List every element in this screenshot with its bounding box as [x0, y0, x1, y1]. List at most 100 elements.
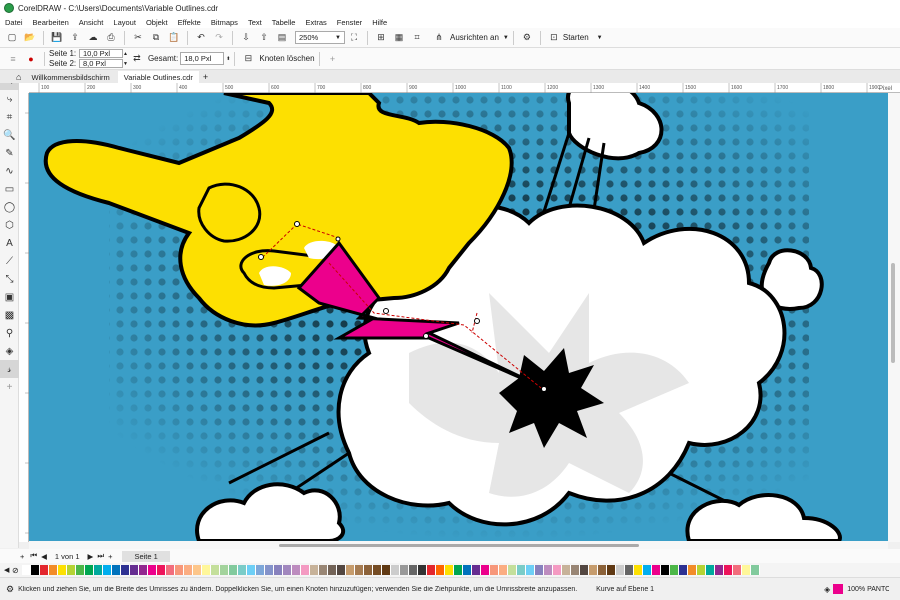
color-swatch[interactable] [463, 565, 472, 575]
color-swatch[interactable] [301, 565, 310, 575]
color-swatch[interactable] [553, 565, 562, 575]
outline-width-icon[interactable]: ≡ [6, 52, 20, 66]
cloud-icon[interactable]: ☁ [86, 31, 100, 45]
delete-node-button[interactable]: Knoten löschen [259, 54, 314, 63]
home-icon[interactable]: ⌂ [16, 72, 21, 82]
guides-icon[interactable]: ⌗ [410, 31, 424, 45]
menu-layout[interactable]: Layout [108, 18, 141, 27]
color-swatch[interactable] [49, 565, 58, 575]
redo-icon[interactable]: ↷ [212, 31, 226, 45]
color-swatch[interactable] [490, 565, 499, 575]
color-swatch[interactable] [418, 565, 427, 575]
color-swatch[interactable] [751, 565, 760, 575]
color-swatch[interactable] [337, 565, 346, 575]
new-tab-icon[interactable]: + [203, 72, 208, 82]
side1-field[interactable]: 10,0 Pxl [79, 49, 123, 58]
interactive-fill-icon[interactable]: ◈ [0, 342, 19, 360]
color-swatch[interactable] [355, 565, 364, 575]
color-swatch[interactable] [742, 565, 751, 575]
prev-page-icon[interactable]: ◀ [41, 552, 47, 561]
color-swatch[interactable] [571, 565, 580, 575]
open-folder-icon[interactable]: 📂 [23, 31, 37, 45]
color-swatch[interactable] [616, 565, 625, 575]
pdf-icon[interactable]: ▤ [275, 31, 289, 45]
color-swatch[interactable] [202, 565, 211, 575]
save-icon[interactable]: 💾 [50, 31, 64, 45]
color-swatch[interactable] [103, 565, 112, 575]
color-swatch[interactable] [607, 565, 616, 575]
color-swatch[interactable] [346, 565, 355, 575]
color-swatch[interactable] [238, 565, 247, 575]
artistic-media-icon[interactable]: ∿ [0, 162, 19, 180]
menu-text[interactable]: Text [243, 18, 267, 27]
new-document-icon[interactable]: ▢ [5, 31, 19, 45]
chevron-down-icon[interactable]: ▼ [503, 35, 509, 41]
add-page-icon[interactable]: + [20, 552, 24, 561]
color-swatch[interactable] [94, 565, 103, 575]
menu-tabelle[interactable]: Tabelle [267, 18, 301, 27]
undo-icon[interactable]: ↶ [194, 31, 208, 45]
vertical-ruler[interactable] [19, 93, 29, 542]
gear-icon[interactable]: ⚙ [520, 31, 534, 45]
color-swatch[interactable] [22, 565, 31, 575]
snap-to-button[interactable]: Ausrichten an [450, 33, 499, 42]
print-icon[interactable]: ⎙ [104, 31, 118, 45]
color-swatch[interactable] [400, 565, 409, 575]
launch-button[interactable]: Starten [563, 33, 589, 42]
color-swatch[interactable] [184, 565, 193, 575]
ruler-corner[interactable] [19, 83, 29, 93]
grid-icon[interactable]: ⊞ [374, 31, 388, 45]
color-swatch[interactable] [472, 565, 481, 575]
color-swatch[interactable] [256, 565, 265, 575]
color-swatch[interactable] [148, 565, 157, 575]
color-swatch[interactable] [310, 565, 319, 575]
color-swatch[interactable] [535, 565, 544, 575]
color-swatch[interactable] [157, 565, 166, 575]
zoom-tool-icon[interactable]: 🔍 [0, 126, 19, 144]
color-swatch[interactable] [364, 565, 373, 575]
menu-bearbeiten[interactable]: Bearbeiten [28, 18, 74, 27]
total-stepper[interactable]: ⬍ [226, 56, 230, 62]
color-swatch[interactable] [427, 565, 436, 575]
color-swatch[interactable] [166, 565, 175, 575]
detail-icon[interactable]: ● [24, 52, 38, 66]
color-swatch[interactable] [40, 565, 49, 575]
color-swatch[interactable] [643, 565, 652, 575]
total-field[interactable]: 18,0 Pxl [180, 52, 225, 65]
color-swatch[interactable] [67, 565, 76, 575]
color-swatch[interactable] [625, 565, 634, 575]
menu-hilfe[interactable]: Hilfe [367, 18, 392, 27]
color-swatch[interactable] [391, 565, 400, 575]
eyedropper-icon[interactable]: ⚲ [0, 324, 19, 342]
side2-field[interactable]: 8,0 Pxl [79, 59, 123, 68]
last-page-icon[interactable]: ⏭ [97, 551, 104, 561]
color-swatch[interactable] [661, 565, 670, 575]
color-swatch[interactable] [31, 565, 40, 575]
color-swatch[interactable] [715, 565, 724, 575]
menu-ansicht[interactable]: Ansicht [74, 18, 109, 27]
color-swatch[interactable] [634, 565, 643, 575]
variable-outline-icon[interactable]: 𝓈 [0, 360, 19, 378]
drawing-canvas[interactable] [29, 93, 888, 541]
freehand-tool-icon[interactable]: ✎ [0, 144, 19, 162]
scroll-thumb[interactable] [279, 544, 639, 547]
palette-arrow-icon[interactable]: ◀ [4, 566, 9, 574]
color-swatch[interactable] [121, 565, 130, 575]
color-swatch[interactable] [697, 565, 706, 575]
fill-swatch[interactable] [833, 584, 844, 594]
menu-objekt[interactable]: Objekt [141, 18, 173, 27]
color-swatch[interactable] [562, 565, 571, 575]
cut-icon[interactable]: ✂ [131, 31, 145, 45]
ellipse-tool-icon[interactable]: ◯ [0, 198, 19, 216]
color-swatch[interactable] [688, 565, 697, 575]
color-swatch[interactable] [706, 565, 715, 575]
chevron-down-icon[interactable]: ▼ [597, 35, 603, 41]
launch-icon[interactable]: ⊡ [547, 31, 561, 45]
delete-node-icon[interactable]: ⊟ [241, 52, 255, 66]
rulers-icon[interactable]: ▦ [392, 31, 406, 45]
tab-welcome[interactable]: Willkommensbildschirm [25, 71, 115, 83]
color-swatch[interactable] [544, 565, 553, 575]
menu-extras[interactable]: Extras [300, 18, 331, 27]
full-screen-icon[interactable]: ⛶ [347, 31, 361, 45]
color-swatch[interactable] [481, 565, 490, 575]
